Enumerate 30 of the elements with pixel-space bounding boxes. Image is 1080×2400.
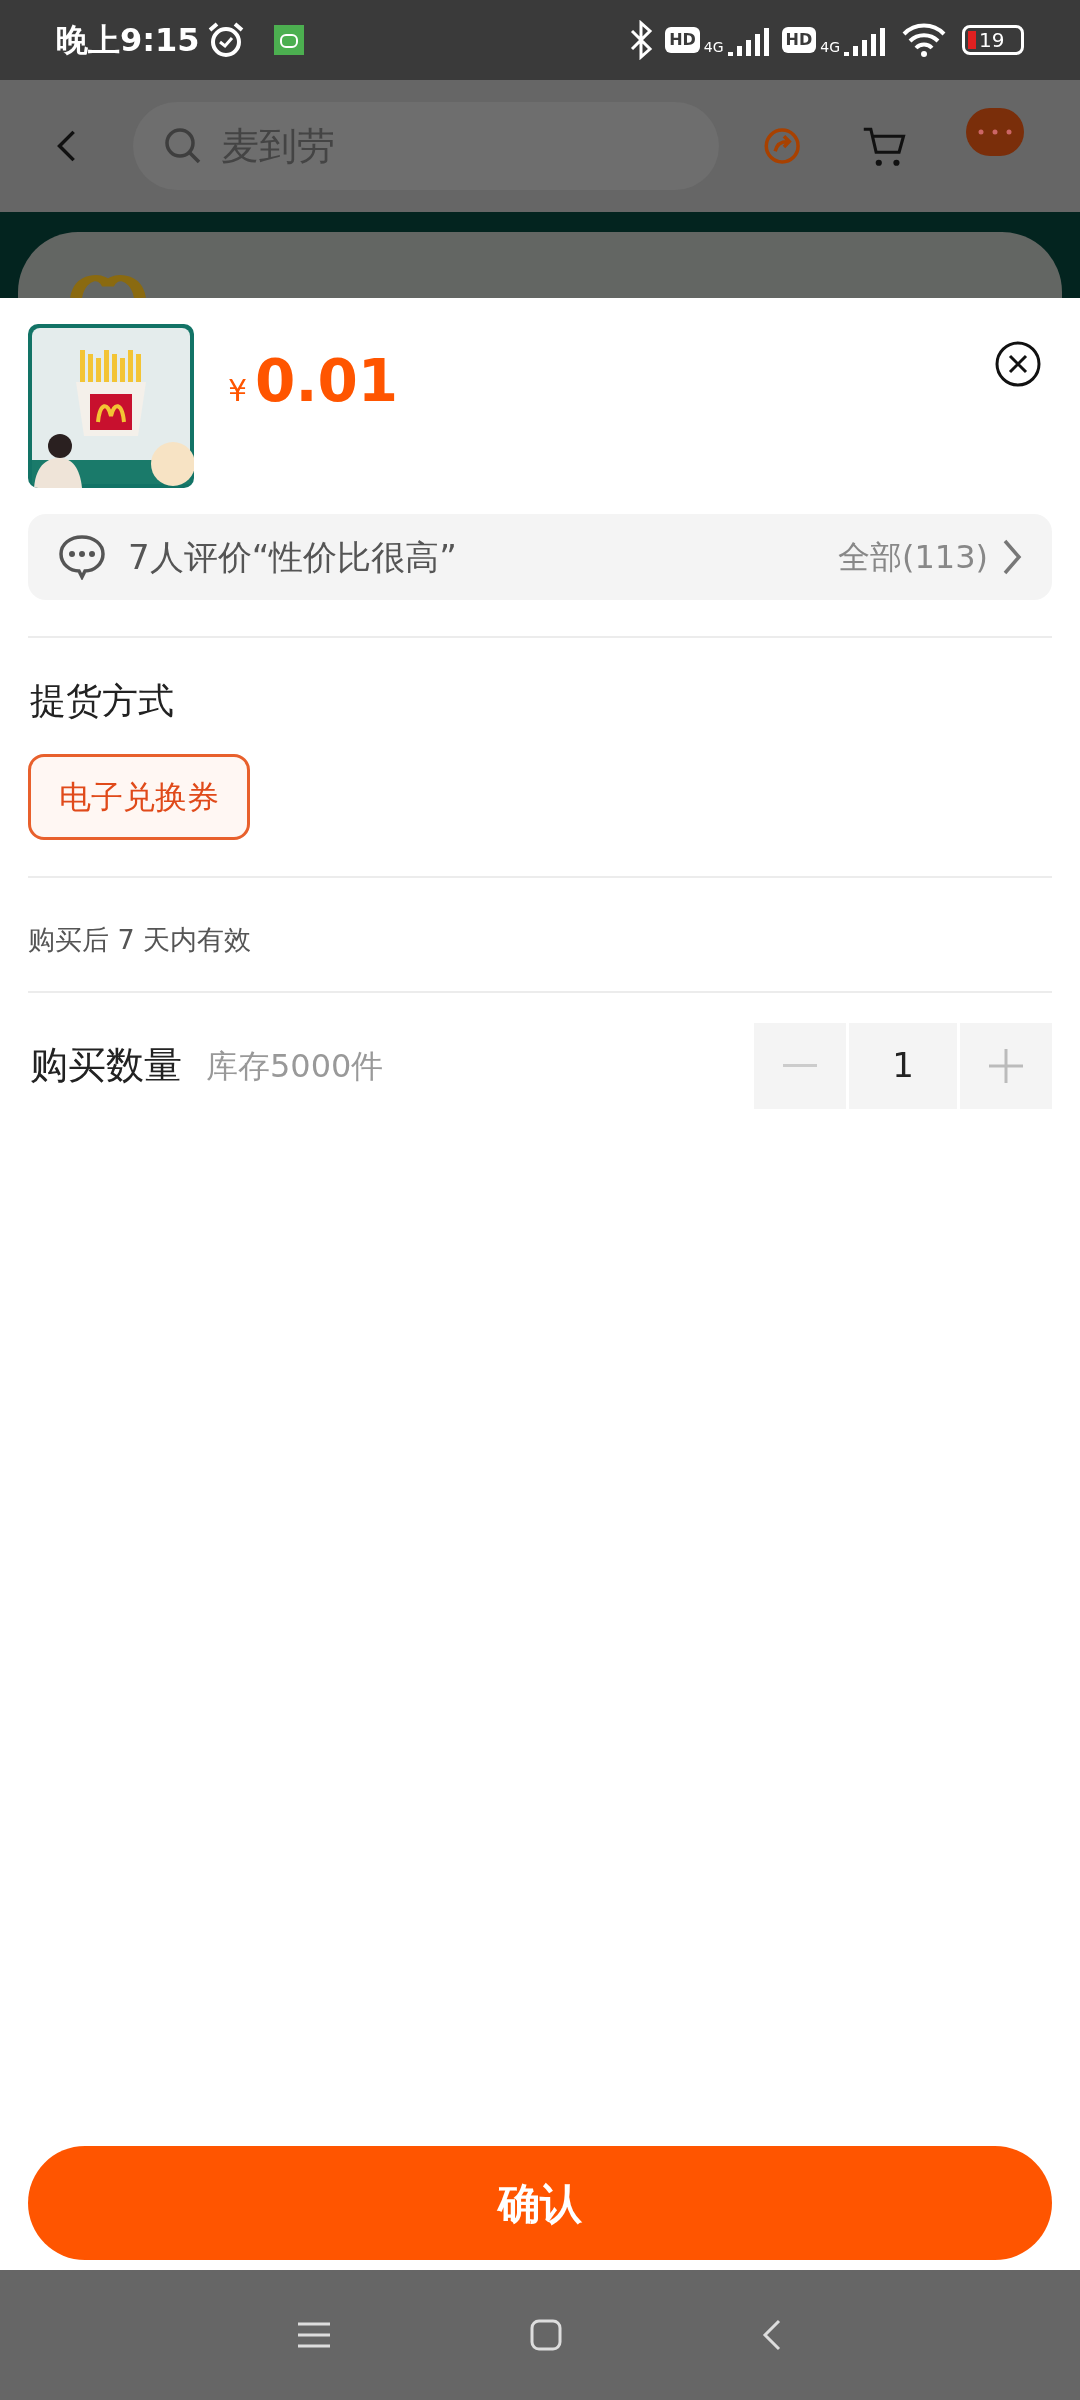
plus-icon [989, 1048, 1023, 1083]
quantity-field[interactable]: 1 [849, 1022, 957, 1109]
price: 0.01 [255, 346, 399, 417]
stock-count: 库存5000件 [206, 1045, 384, 1087]
app-notification-icon [273, 25, 304, 55]
status-time: 晚上9:15 [56, 20, 200, 61]
hd-badge: HD [665, 27, 700, 53]
chat-bubble-icon [58, 534, 106, 580]
chevron-right-icon [1002, 538, 1022, 576]
home-icon[interactable] [530, 2319, 562, 2351]
battery-indicator: 19 [962, 25, 1024, 55]
network-type: 4G [820, 37, 840, 57]
validity-note: 购买后 7 天内有效 [28, 923, 253, 957]
wifi-icon [900, 22, 948, 58]
menu-icon[interactable] [298, 2321, 330, 2349]
arch-logo-icon [68, 274, 148, 298]
quantity-label: 购买数量 [30, 1042, 182, 1089]
confirm-button[interactable]: 确认 [28, 2146, 1052, 2260]
close-icon[interactable] [994, 340, 1042, 388]
network-type: 4G [703, 37, 724, 57]
delivery-option[interactable]: 电子兑换券 [28, 754, 250, 840]
currency-symbol: ¥ [228, 372, 248, 410]
more-icon [977, 129, 1012, 135]
all-reviews-link[interactable]: 全部(113) [837, 533, 988, 581]
section-title: 提货方式 [30, 679, 175, 723]
review-bar[interactable]: 7人评价“性价比很高” 全部(113) [28, 514, 1052, 600]
minus-icon [783, 1064, 817, 1067]
review-summary: 7人评价“性价比很高” [128, 535, 457, 579]
back-icon[interactable] [762, 2319, 782, 2351]
hd-badge: HD [781, 27, 817, 53]
